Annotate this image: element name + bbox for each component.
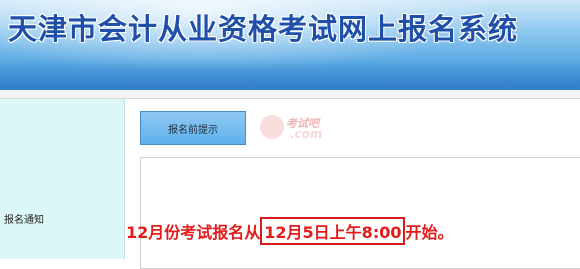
notice-panel	[140, 157, 580, 269]
notice-text: 12月份考试报名从 12月5日上午8:00 开始。	[126, 217, 580, 249]
main-content: 报名前提示 考试吧 .com 12月份考试报名从 12月5日上午8:00 开始。	[126, 99, 580, 269]
notice-suffix: 开始。	[405, 223, 454, 242]
watermark-logo: 考试吧 .com	[260, 111, 360, 143]
banner-wave	[0, 60, 580, 90]
header-banner: 天津市会计从业资格考试网上报名系统	[0, 0, 580, 90]
page-title: 天津市会计从业资格考试网上报名系统	[8, 12, 519, 46]
notice-prefix: 12月份考试报名从	[126, 223, 261, 242]
watermark-domain: .com	[290, 127, 323, 141]
pre-registration-tips-button[interactable]: 报名前提示	[140, 111, 246, 145]
watermark-circle-icon	[260, 115, 284, 139]
header-divider	[0, 90, 580, 99]
sidebar: 报名通知	[0, 99, 125, 259]
notice-highlight: 12月5日上午8:00	[260, 217, 406, 245]
sidebar-item-notice[interactable]: 报名通知	[4, 211, 44, 226]
